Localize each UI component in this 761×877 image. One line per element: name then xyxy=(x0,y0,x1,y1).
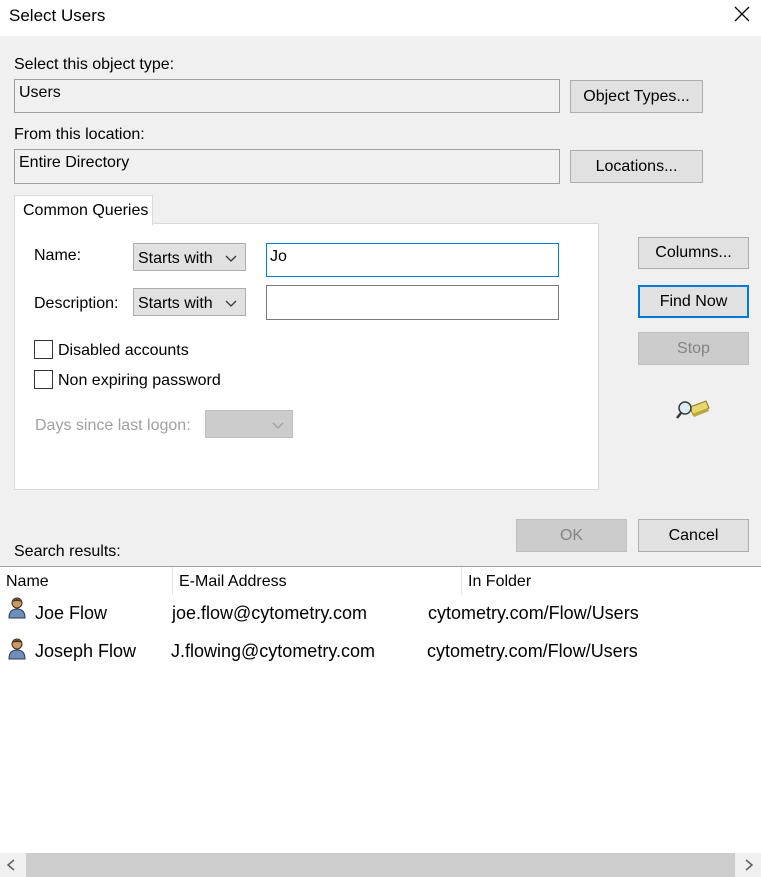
name-label: Name: xyxy=(34,247,82,264)
non-expiring-password-label: Non expiring password xyxy=(58,372,221,389)
column-header-name[interactable]: Name xyxy=(6,573,49,591)
column-header-folder[interactable]: In Folder xyxy=(468,573,531,591)
cell-folder: cytometry.com/Flow/Users xyxy=(427,641,638,661)
locations-button[interactable]: Locations... xyxy=(570,150,703,183)
cell-folder: cytometry.com/Flow/Users xyxy=(428,603,639,623)
cell-email: joe.flow@cytometry.com xyxy=(172,603,367,623)
ok-button: OK xyxy=(516,519,627,552)
cell-name: Joseph Flow xyxy=(35,641,137,661)
table-row[interactable]: Joseph Flow J.flowing@cytometry.com cyto… xyxy=(0,635,761,669)
object-types-button[interactable]: Object Types... xyxy=(570,80,703,113)
title-bar xyxy=(0,0,761,36)
columns-button[interactable]: Columns... xyxy=(638,237,749,269)
name-input[interactable]: Jo xyxy=(266,243,559,277)
chevron-down-icon xyxy=(272,422,284,429)
column-header-email[interactable]: E-Mail Address xyxy=(179,573,287,591)
close-icon xyxy=(734,6,750,22)
chevron-right-icon[interactable] xyxy=(744,859,754,871)
user-icon xyxy=(8,597,26,619)
search-results-label: Search results: xyxy=(14,543,121,560)
name-match-value: Starts with xyxy=(138,250,213,267)
description-match-value: Starts with xyxy=(138,295,213,312)
column-divider[interactable] xyxy=(461,567,462,595)
stop-button: Stop xyxy=(638,332,749,365)
disabled-accounts-label: Disabled accounts xyxy=(58,342,189,359)
table-row[interactable]: Joe Flow joe.flow@cytometry.com cytometr… xyxy=(0,597,761,631)
close-button[interactable] xyxy=(726,0,758,30)
user-icon xyxy=(8,638,26,660)
name-match-select[interactable]: Starts with xyxy=(133,243,246,271)
scrollbar-thumb[interactable] xyxy=(26,853,735,877)
cell-name: Joe Flow xyxy=(35,603,108,623)
column-divider[interactable] xyxy=(172,567,173,595)
description-label: Description: xyxy=(34,295,119,312)
object-type-label: Select this object type: xyxy=(14,56,175,73)
location-label: From this location: xyxy=(14,126,145,143)
tab-common-queries[interactable]: Common Queries xyxy=(14,195,153,225)
window-title: Select Users xyxy=(9,6,106,25)
days-since-logon-label: Days since last logon: xyxy=(35,417,191,434)
disabled-accounts-checkbox[interactable] xyxy=(34,340,53,359)
chevron-left-icon[interactable] xyxy=(6,859,16,871)
find-now-button[interactable]: Find Now xyxy=(638,285,749,318)
results-list[interactable]: Name E-Mail Address In Folder Joe Flow j… xyxy=(0,566,761,877)
days-since-logon-select xyxy=(205,410,293,438)
chevron-down-icon xyxy=(225,300,237,307)
object-type-field: Users xyxy=(14,79,560,113)
non-expiring-password-checkbox[interactable] xyxy=(34,370,53,389)
description-match-select[interactable]: Starts with xyxy=(133,288,246,316)
search-flashlight-icon xyxy=(676,400,710,419)
chevron-down-icon xyxy=(225,255,237,262)
location-field: Entire Directory xyxy=(14,149,560,184)
cell-email: J.flowing@cytometry.com xyxy=(171,641,375,661)
description-input[interactable] xyxy=(266,285,559,320)
cancel-button[interactable]: Cancel xyxy=(638,519,749,552)
